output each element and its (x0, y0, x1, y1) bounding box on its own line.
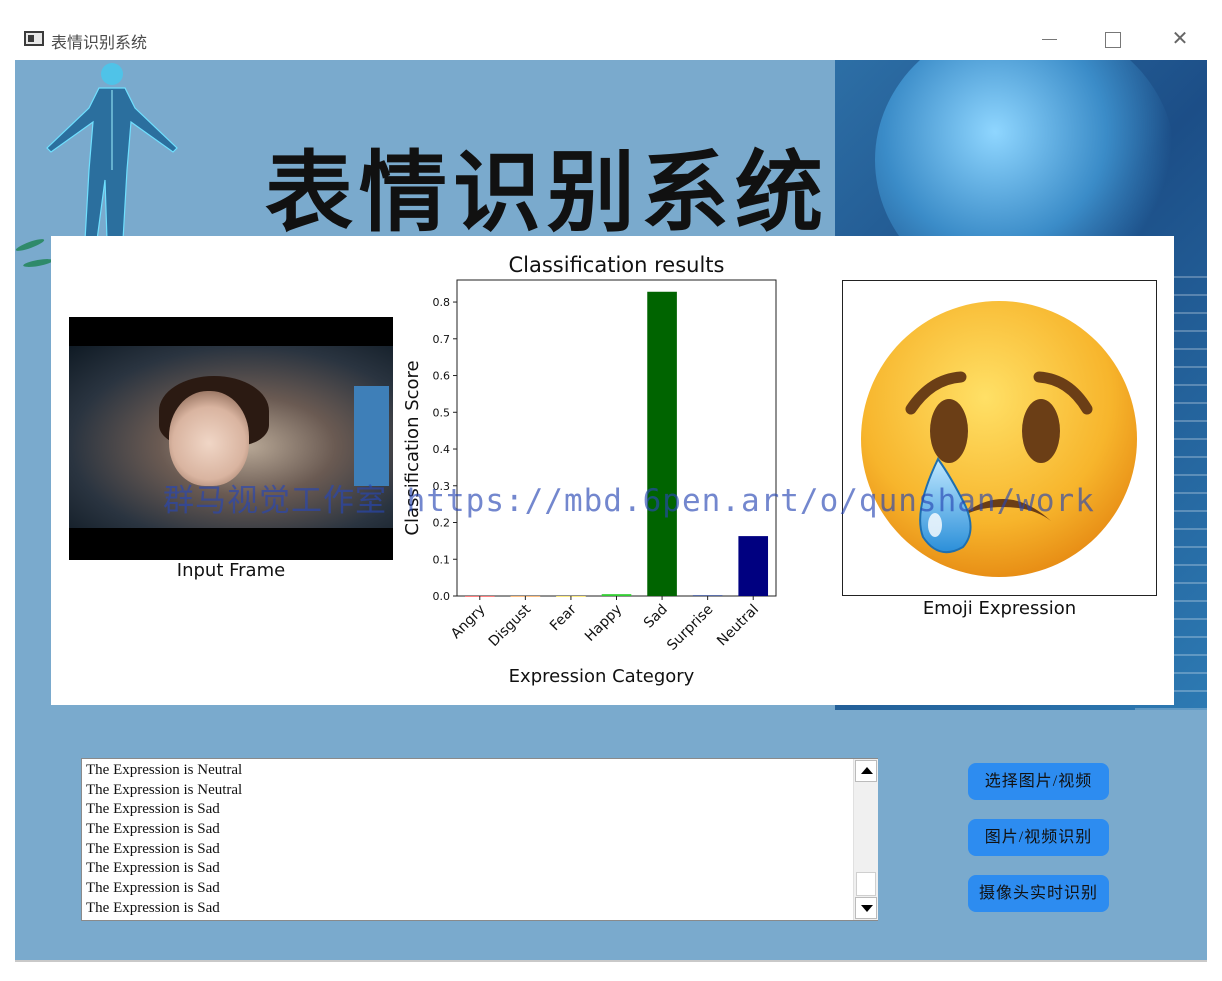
crying-face-icon (861, 301, 1137, 577)
x-tick-label: Sad (641, 602, 671, 632)
close-button[interactable]: ✕ (1160, 24, 1200, 52)
log-line: The Expression is Sad (86, 880, 220, 897)
app-icon (24, 31, 44, 46)
emoji-frame (842, 280, 1157, 596)
chart-axes-frame (456, 279, 777, 597)
results-figure: Input Frame Classification results 0.0 0.1… (51, 236, 1174, 705)
leaf-decoration (22, 257, 54, 269)
close-icon: ✕ (1171, 26, 1189, 50)
bar-happy (601, 594, 632, 596)
human-figure-decoration (46, 63, 178, 240)
banner-title: 表情识别系统 (265, 141, 830, 244)
log-line: The Expression is Sad (86, 860, 220, 877)
camera-realtime-button[interactable]: 摄像头实时识别 (968, 875, 1109, 912)
x-tick-label: Fear (547, 601, 580, 634)
log-line: The Expression is Sad (86, 899, 220, 916)
x-tick-label: Disgust (486, 601, 535, 650)
scroll-down-button[interactable] (855, 897, 877, 919)
watermark-text: 群马视觉工作室 https://mbd.6pen.art/o/qunshan/w… (163, 483, 1095, 519)
y-tick-label: 0.4 (433, 443, 451, 456)
select-image-video-button[interactable]: 选择图片/视频 (968, 763, 1109, 800)
y-tick-label: 0.8 (433, 296, 451, 309)
y-tick-label: 0.1 (433, 553, 451, 566)
window-titlebar: 表情识别系统 ✕ (0, 18, 1222, 60)
log-line: The Expression is Neutral (86, 781, 243, 798)
result-log[interactable]: The Expression is Neutral The Expression … (81, 758, 878, 921)
y-tick-label: 0.5 (433, 406, 451, 419)
emoji-expression-label: Emoji Expression (922, 598, 1077, 619)
x-axis-label: Expression Category (509, 666, 695, 687)
y-tick-label: 0.7 (433, 333, 451, 346)
x-tick-label: Surprise (664, 602, 716, 654)
recognize-image-video-button[interactable]: 图片/视频识别 (968, 819, 1109, 856)
bar-sad (647, 291, 677, 596)
log-line: The Expression is Sad (86, 840, 220, 857)
log-lines: The Expression is Neutral The Expression … (86, 761, 242, 919)
log-line: The Expression is Neutral (86, 762, 243, 778)
y-tick-label: 0.0 (433, 590, 451, 603)
bar-neutral (738, 536, 769, 596)
maximize-icon (1105, 31, 1121, 48)
log-line: The Expression is Sad (86, 801, 220, 818)
window-bottom-border (15, 960, 1207, 962)
minimize-button[interactable] (1029, 24, 1069, 52)
y-tick-label: 0.6 (433, 370, 451, 383)
minimize-icon (1041, 39, 1057, 40)
log-scrollbar[interactable] (853, 759, 878, 920)
x-tick-label: Neutral (714, 602, 762, 650)
scroll-up-button[interactable] (855, 760, 877, 782)
scroll-thumb[interactable] (856, 872, 876, 896)
maximize-button[interactable] (1093, 24, 1133, 52)
log-line: The Expression is Sad (86, 821, 220, 838)
window-title: 表情识别系统 (51, 33, 148, 52)
x-tick-label: Happy (582, 602, 625, 645)
bar-surprise (692, 595, 723, 596)
x-tick-label: Angry (448, 602, 489, 643)
main-window-content: 表情识别系统 Input Frame Classification result… (15, 60, 1207, 960)
chart-title: Classification results (509, 253, 725, 277)
